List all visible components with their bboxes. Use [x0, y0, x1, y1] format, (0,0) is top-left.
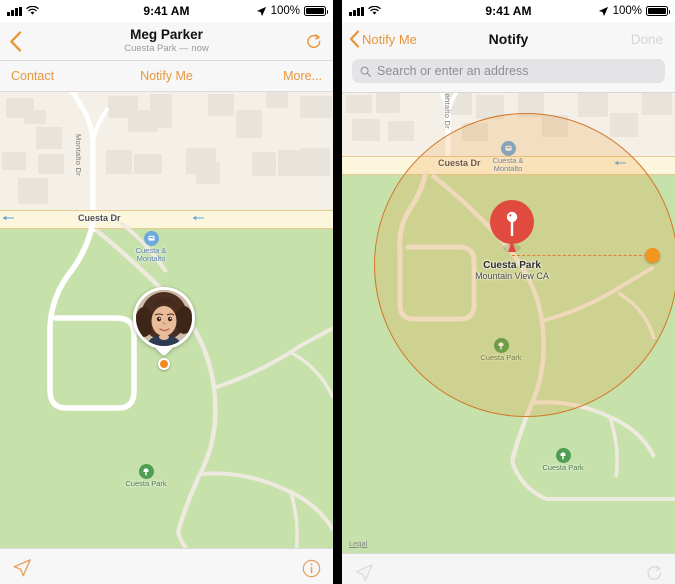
bus-stop-icon	[143, 231, 159, 246]
map-building	[2, 152, 26, 170]
map-direction-arrow-icon	[192, 216, 204, 220]
page-subtitle: Cuesta Park — now	[124, 42, 209, 54]
map-building	[352, 119, 380, 141]
location-arrow-icon	[256, 6, 266, 16]
section-tab-bar: Contact Notify Me More...	[0, 61, 333, 92]
page-title: Meg Parker	[130, 27, 203, 43]
map-poi-cuesta-park[interactable]: Cuesta Park	[115, 464, 177, 488]
battery-percent-label: 100%	[612, 5, 642, 17]
navigation-bar: Notify Me Notify Done	[342, 22, 675, 56]
legal-link[interactable]: Legal	[349, 539, 367, 548]
map-street-label-montalto: Montalto Dr	[74, 134, 83, 177]
map-poi-label: Cuesta Park	[542, 463, 584, 472]
cellular-bars-icon	[349, 6, 364, 16]
location-pin-icon[interactable]	[485, 196, 539, 260]
location-dot-marker	[158, 358, 170, 370]
geofence-radius-handle[interactable]	[645, 248, 660, 263]
map-building	[134, 154, 162, 174]
map-building	[236, 110, 262, 138]
map-building	[150, 94, 172, 128]
screen-divider	[333, 0, 342, 584]
map-park-paths	[47, 222, 333, 548]
search-icon	[360, 66, 371, 77]
map-building	[278, 150, 302, 176]
navigation-bar: Meg Parker Cuesta Park — now	[0, 22, 333, 61]
map-building	[642, 93, 672, 115]
map-building	[36, 127, 62, 149]
map-street-label-montalto: Montalto Dr	[443, 93, 452, 130]
back-button-label: Notify Me	[362, 31, 417, 47]
tab-notify-me[interactable]: Notify Me	[0, 69, 333, 83]
map-view[interactable]: Montalto Dr Cuesta Dr Cuesta & Montalto …	[342, 93, 675, 553]
park-tree-icon	[555, 448, 571, 463]
map-poi-label-line2: Montalto	[136, 254, 166, 264]
map-building	[578, 93, 608, 117]
bottom-toolbar	[0, 548, 333, 584]
status-bar-left	[349, 6, 381, 16]
map-building	[196, 162, 220, 184]
battery-percent-label: 100%	[270, 5, 300, 17]
search-input[interactable]: Search or enter an address	[352, 59, 665, 83]
bottom-toolbar	[342, 553, 675, 584]
map-building	[252, 152, 276, 176]
back-button[interactable]: Notify Me	[349, 30, 417, 48]
map-building	[18, 178, 48, 204]
dual-screenshot-container: 9:41 AM 100% Meg Parker Cuesta Park — no…	[0, 0, 675, 584]
status-bar-left	[7, 6, 39, 16]
cellular-bars-icon	[7, 6, 22, 16]
map-building	[610, 113, 638, 137]
location-arrow-outline-icon[interactable]	[354, 563, 374, 583]
map-building	[346, 95, 372, 113]
map-building	[266, 92, 288, 108]
location-arrow-icon	[598, 6, 608, 16]
refresh-icon[interactable]	[645, 564, 663, 582]
map-building	[388, 121, 414, 141]
pin-subtitle: Mountain View CA	[475, 271, 549, 281]
back-button[interactable]	[9, 30, 22, 52]
nav-title-group: Meg Parker Cuesta Park — now	[0, 28, 333, 53]
right-phone-screen: 9:41 AM 100% Notify Me Notify Done Searc…	[342, 0, 675, 584]
refresh-button[interactable]	[305, 33, 322, 50]
map-poi-label: Cuesta Park	[125, 479, 167, 488]
battery-full-icon	[646, 6, 670, 16]
avatar[interactable]	[133, 287, 195, 349]
map-building	[24, 110, 46, 124]
map-building	[300, 148, 330, 176]
left-phone-screen: 9:41 AM 100% Meg Parker Cuesta Park — no…	[0, 0, 333, 584]
done-button[interactable]: Done	[631, 32, 663, 47]
map-building	[300, 96, 332, 118]
location-arrow-outline-icon[interactable]	[12, 558, 32, 578]
pin-title: Cuesta Park	[483, 260, 541, 271]
wifi-icon	[25, 6, 39, 15]
search-bar-container: Search or enter an address	[342, 56, 675, 93]
status-bar: 9:41 AM 100%	[342, 0, 675, 22]
map-building	[208, 94, 234, 116]
pin-callout-label: Cuesta Park Mountain View CA	[442, 260, 582, 281]
chevron-left-icon	[349, 30, 360, 48]
search-placeholder: Search or enter an address	[377, 64, 529, 78]
map-direction-arrow-icon	[2, 216, 14, 220]
status-bar-right: 100%	[598, 5, 670, 17]
battery-full-icon	[304, 6, 328, 16]
map-view[interactable]: Montalto Dr Cuesta Dr Cuesta & Montalto …	[0, 92, 333, 548]
refresh-icon	[307, 33, 321, 48]
map-poi-cuesta-park-bottom[interactable]: Cuesta Park	[532, 448, 594, 472]
info-circle-icon[interactable]	[302, 559, 321, 578]
status-bar: 9:41 AM 100%	[0, 0, 333, 22]
avatar-photo	[136, 290, 192, 346]
map-poi-transit-stop[interactable]: Cuesta & Montalto	[121, 231, 181, 264]
map-building	[376, 93, 400, 113]
status-bar-right: 100%	[256, 5, 328, 17]
park-tree-icon	[138, 464, 154, 479]
chevron-left-icon	[10, 30, 22, 52]
wifi-icon	[367, 6, 381, 15]
